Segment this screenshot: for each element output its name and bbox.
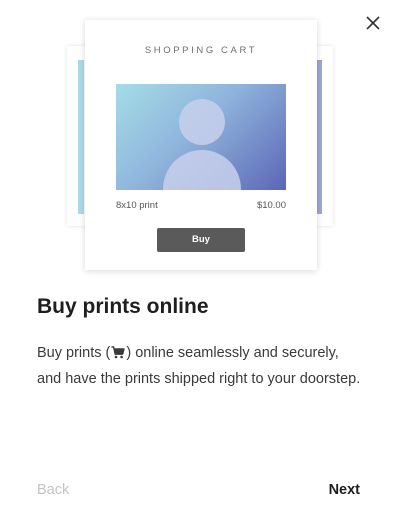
- cart-title: SHOPPING CART: [144, 45, 258, 56]
- person-head-shape: [179, 99, 225, 145]
- print-size-label: 8x10 print: [116, 200, 158, 211]
- shopping-cart-card: SHOPPING CART 8x10 print $10.00 Buy: [85, 20, 317, 270]
- shopping-cart-illustration: SHOPPING CART 8x10 print $10.00 Buy: [0, 0, 400, 280]
- next-button[interactable]: Next: [329, 482, 360, 498]
- back-button[interactable]: Back: [37, 482, 69, 498]
- person-body-shape: [163, 150, 241, 190]
- description: Buy prints ( ) online seamlessly and sec…: [37, 341, 363, 392]
- buy-button: Buy: [157, 228, 245, 252]
- photo-thumbnail: [116, 84, 286, 190]
- description-text-start: Buy prints (: [37, 345, 111, 361]
- cart-icon: [111, 346, 126, 359]
- page-title: Buy prints online: [37, 295, 209, 318]
- price-label: $10.00: [256, 200, 286, 211]
- onboarding-dialog: SHOPPING CART 8x10 print $10.00 Buy Buy …: [0, 0, 400, 529]
